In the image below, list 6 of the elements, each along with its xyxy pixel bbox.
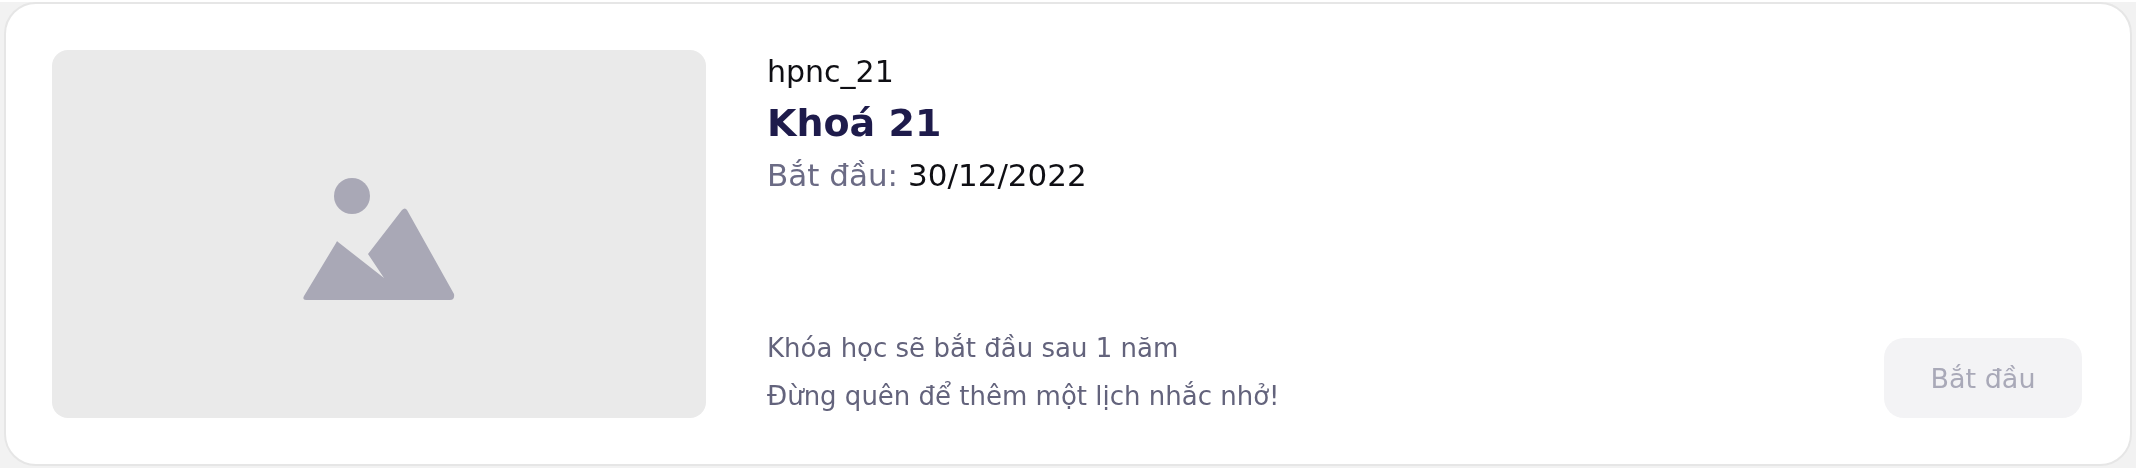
- notice-text: Khóa học sẽ bắt đầu sau 1 năm: [767, 332, 1180, 365]
- notice-text: Đừng quên để thêm một lịch nhắc nhở!: [767, 380, 1280, 413]
- start-label: Bắt đầu:: [767, 157, 899, 193]
- course-title: Khoá 21: [767, 101, 942, 145]
- course-code: hpnc_21: [767, 54, 894, 89]
- start-date: 30/12/2022: [908, 157, 1087, 193]
